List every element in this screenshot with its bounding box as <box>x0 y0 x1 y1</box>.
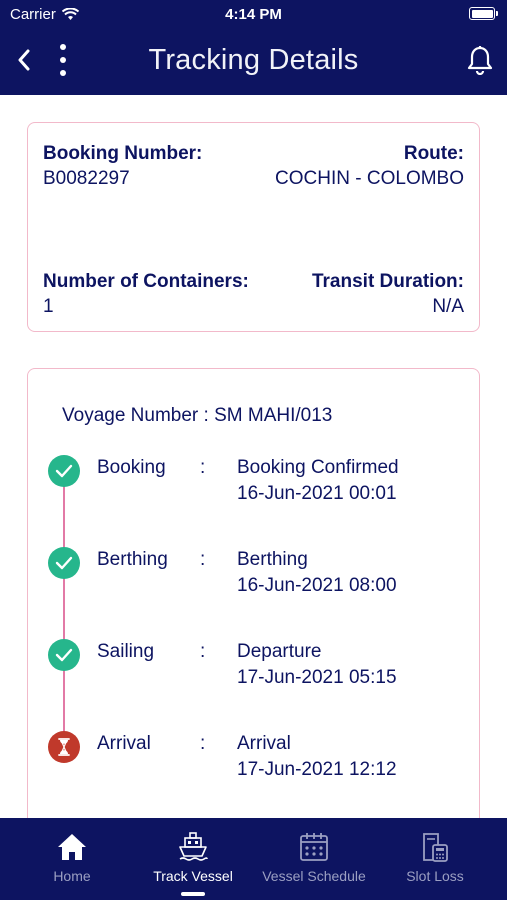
back-button[interactable] <box>12 46 36 74</box>
tab-label: Slot Loss <box>406 868 464 884</box>
step-time: 17-Jun-2021 12:12 <box>237 759 397 780</box>
booking-number-label: Booking Number: <box>43 143 203 164</box>
chevron-left-icon <box>18 49 30 71</box>
status-bar: Carrier 4:14 PM <box>0 0 507 28</box>
tab-slot-loss[interactable]: Slot Loss <box>385 818 485 900</box>
tab-track-vessel[interactable]: Track Vessel <box>143 818 243 900</box>
bell-icon <box>467 46 493 75</box>
tab-label: Vessel Schedule <box>262 868 366 884</box>
step-label: Sailing <box>97 641 155 662</box>
bottom-tab-bar: Home Track Vessel Vessel Schedule Slot L… <box>0 818 507 900</box>
step-time: 16-Jun-2021 08:00 <box>237 575 397 596</box>
step-label: Booking <box>97 457 166 478</box>
step-status: Booking Confirmed <box>237 457 399 478</box>
step-time: 17-Jun-2021 05:15 <box>237 667 397 688</box>
voyage-tracking-card: Voyage Number : SM MAHI/013 Booking : Bo… <box>27 368 480 838</box>
timeline-step-arrival: Arrival : Arrival 17-Jun-2021 12:12 <box>28 731 478 791</box>
timeline-step-booking: Booking : Booking Confirmed 16-Jun-2021 … <box>28 455 478 515</box>
check-icon <box>48 455 80 487</box>
step-separator: : <box>200 457 206 478</box>
booking-number-value: B0082297 <box>43 168 130 189</box>
voyage-number: Voyage Number : SM MAHI/013 <box>62 405 333 426</box>
step-time: 16-Jun-2021 00:01 <box>237 483 397 504</box>
tab-home[interactable]: Home <box>22 818 122 900</box>
timeline-step-berthing: Berthing : Berthing 16-Jun-2021 08:00 <box>28 547 478 607</box>
tab-vessel-schedule[interactable]: Vessel Schedule <box>256 818 372 900</box>
transit-duration-label: Transit Duration: <box>311 271 464 292</box>
tab-label: Track Vessel <box>153 868 233 884</box>
home-icon <box>58 834 86 860</box>
step-status: Arrival <box>237 733 291 754</box>
transit-duration-value: N/A <box>432 296 464 317</box>
notifications-button[interactable] <box>465 44 495 76</box>
containers-value: 1 <box>43 296 54 317</box>
page-title: Tracking Details <box>148 44 359 76</box>
calculator-icon <box>423 833 448 862</box>
hourglass-icon <box>48 731 80 763</box>
more-menu-button[interactable] <box>50 42 76 78</box>
step-label: Berthing <box>97 549 168 570</box>
route-label: Route: <box>403 143 464 164</box>
battery-icon <box>469 7 498 20</box>
step-status: Departure <box>237 641 322 662</box>
step-separator: : <box>200 549 206 570</box>
timeline-step-sailing: Sailing : Departure 17-Jun-2021 05:15 <box>28 639 478 699</box>
step-separator: : <box>200 733 206 754</box>
check-icon <box>48 547 80 579</box>
ship-icon <box>179 832 208 861</box>
step-status: Berthing <box>237 549 308 570</box>
step-label: Arrival <box>97 733 151 754</box>
tab-label: Home <box>53 868 91 884</box>
containers-label: Number of Containers: <box>43 271 249 292</box>
top-bar: Carrier 4:14 PM Tracking Details <box>0 0 507 95</box>
route-value: COCHIN - COLOMBO <box>275 168 464 189</box>
step-separator: : <box>200 641 206 662</box>
status-time: 4:14 PM <box>225 6 282 23</box>
booking-summary-card: Booking Number: B0082297 Route: COCHIN -… <box>27 122 480 332</box>
check-icon <box>48 639 80 671</box>
active-tab-indicator <box>181 892 205 896</box>
calendar-icon <box>300 833 328 861</box>
